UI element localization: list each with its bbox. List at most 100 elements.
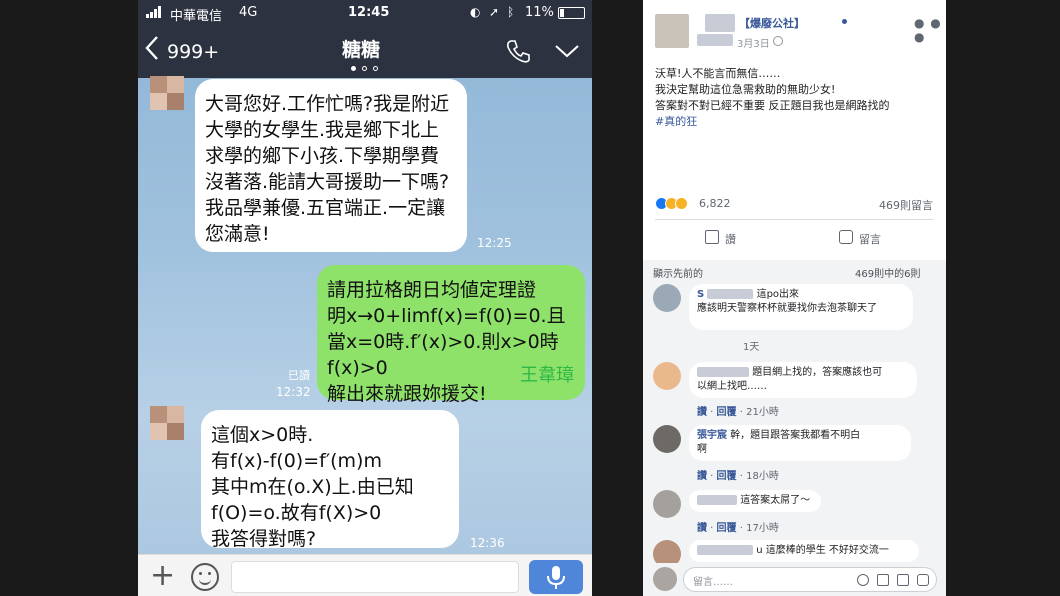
user-avatar — [653, 567, 677, 591]
contact-avatar[interactable] — [150, 76, 184, 110]
gif-icon[interactable] — [897, 574, 909, 586]
comment-placeholder: 留言…… — [693, 577, 733, 588]
comment-bubble: S 這po出來 應該明天警察杯杯就要找你去泡茶聊天了 — [689, 284, 913, 330]
comment-like-link[interactable]: 讚 — [697, 471, 707, 482]
reaction-icons[interactable] — [655, 197, 855, 211]
page-indicator — [351, 66, 381, 72]
comment-bubble: 題目網上找的，答案應該也可 以網上找吧…… — [689, 362, 917, 398]
comment-time: 18小時 — [746, 471, 779, 482]
facebook-post: 【爆廢公社】 ● ● ● 3月3日 沃草!人不能言而無信…… 我決定幫助這位急需… — [643, 0, 946, 596]
active-dot — [842, 19, 847, 24]
bluetooth-icon: ᛒ — [507, 5, 515, 19]
blurred-name — [697, 367, 749, 377]
phone-call-icon[interactable] — [505, 38, 531, 64]
comment-time: 17小時 — [746, 523, 779, 534]
carrier-label: 中華電信 — [170, 9, 223, 24]
like-label: 讚 — [725, 233, 736, 246]
message-time: 12:32 — [276, 385, 311, 399]
unread-count[interactable]: 999+ — [167, 41, 219, 63]
comments-shown-count: 469則中的6則 — [855, 269, 921, 280]
comment-time: 21小時 — [746, 407, 779, 418]
network-label: 4G — [239, 5, 258, 20]
post-line: 答案對不對已經不重要 反正題目我也是網路找的 — [655, 99, 890, 112]
comment-bubble: 這答案太屌了～ — [689, 490, 821, 512]
battery-icon — [558, 7, 585, 19]
camera-icon[interactable] — [877, 574, 889, 586]
comment-reply-link[interactable]: 回覆 — [717, 407, 737, 418]
comment-composer: 留言…… — [643, 563, 946, 596]
message-input-bar: + — [138, 554, 592, 596]
blurred-name — [697, 495, 737, 505]
post-date[interactable]: 3月3日 — [737, 35, 770, 50]
message-bubble: 大哥您好.工作忙嗎?我是附近 大學的女學生.我是鄉下北上 求學的鄉下小孩.下學期… — [195, 79, 467, 252]
comment: 張宇宸 幹，題目跟答案我都看不明白 啊 讚 · 回覆 · 18小時 — [653, 425, 938, 483]
blurred-name — [697, 545, 753, 555]
message-time: 12:25 — [477, 236, 512, 250]
commenter-avatar[interactable] — [653, 362, 681, 390]
privacy-icon — [773, 36, 783, 46]
blurred-author — [697, 34, 733, 46]
divider — [655, 219, 934, 220]
wow-reaction-icon — [675, 197, 688, 210]
message-time: 12:36 — [470, 536, 505, 550]
commenter-avatar[interactable] — [653, 490, 681, 518]
emoji-icon[interactable] — [191, 563, 219, 591]
hashtag-link[interactable]: #真的狂 — [655, 114, 890, 130]
commenter-name[interactable]: S — [697, 289, 704, 300]
comment-count[interactable]: 469則留言 — [879, 197, 933, 213]
blurred-name — [707, 289, 754, 299]
message-bubble: 這個x>0時. 有f(x)-f(0)=f′(m)m 其中m在(o.X)上.由已知… — [201, 410, 459, 550]
comment-actions: 讚 · 回覆 · 18小時 — [697, 471, 779, 482]
commenter-avatar[interactable] — [653, 284, 681, 312]
post-line: 沃草!人不能言而無信…… — [655, 67, 781, 80]
location-icon: ➚ — [489, 5, 500, 19]
status-bar: 中華電信 4G 12:45 ◐ ➚ ᛒ 11% — [138, 0, 592, 26]
comment-like-link[interactable]: 讚 — [697, 407, 707, 418]
sticker-icon[interactable] — [917, 574, 929, 586]
contact-avatar[interactable] — [150, 406, 184, 440]
comment-label: 留言 — [859, 233, 881, 246]
comment-text: u 這麼棒的學生 不好好交流一 — [756, 545, 889, 556]
page-name[interactable]: 【爆廢公社】 — [739, 15, 805, 31]
comment-actions: 讚 · 回覆 · 17小時 — [697, 523, 779, 534]
plus-icon[interactable]: + — [150, 559, 175, 593]
thumbs-up-icon — [705, 230, 719, 244]
commenter-avatar[interactable] — [653, 425, 681, 453]
comment: 這答案太屌了～ 讚 · 回覆 · 17小時 — [653, 490, 938, 535]
battery-percent: 11% — [525, 5, 554, 20]
reaction-count[interactable]: 6,822 — [699, 197, 731, 210]
comment-icon — [839, 230, 853, 244]
comment: S 這po出來 應該明天警察杯杯就要找你去泡茶聊天了 1天 — [653, 284, 938, 353]
contact-name: 糖糖 — [342, 39, 381, 61]
chat-header: 999+ 糖糖 — [138, 26, 592, 78]
signal-icon — [146, 6, 164, 18]
post-body: 沃草!人不能言而無信…… 我決定幫助這位急需救助的無助少女! 答案對不對已經不重… — [655, 66, 890, 130]
more-options-icon[interactable]: ● ● ● — [914, 16, 946, 44]
comment-bubble: u 這麼棒的學生 不好好交流一 — [689, 540, 919, 562]
emoji-icon[interactable] — [857, 574, 869, 586]
comment-bubble: 張宇宸 幹，題目跟答案我都看不明白 啊 — [689, 425, 911, 461]
comment-like-link[interactable]: 讚 — [697, 523, 707, 534]
comment: 題目網上找的，答案應該也可 以網上找吧…… 讚 · 回覆 · 21小時 — [653, 362, 938, 420]
view-previous-comments[interactable]: 顯示先前的 — [653, 265, 703, 280]
blurred-name — [705, 14, 735, 32]
post-line: 我決定幫助這位急需救助的無助少女! — [655, 83, 836, 96]
comment-actions: 讚 · 回覆 · 21小時 — [697, 407, 779, 418]
message-input[interactable] — [231, 561, 519, 593]
microphone-button[interactable] — [529, 560, 583, 594]
comment-time: 1天 — [743, 342, 760, 353]
comment: u 這麼棒的學生 不好好交流一 — [653, 540, 938, 568]
comment-text: 這答案太屌了～ — [740, 495, 811, 506]
comment-reply-link[interactable]: 回覆 — [717, 471, 737, 482]
chat-screenshot: 中華電信 4G 12:45 ◐ ➚ ᛒ 11% 999+ 糖糖 大哥您好.工作忙… — [138, 0, 592, 596]
comment-reply-link[interactable]: 回覆 — [717, 523, 737, 534]
sender-signature: 王韋璋 — [520, 365, 574, 386]
chevron-down-icon[interactable] — [553, 42, 581, 60]
clock: 12:45 — [348, 5, 390, 20]
page-avatar[interactable] — [655, 14, 689, 48]
back-chevron-icon[interactable] — [144, 34, 164, 66]
read-label: 已讀 — [288, 369, 310, 382]
lock-rotation-icon: ◐ — [470, 5, 481, 19]
commenter-name[interactable]: 張宇宸 — [697, 430, 727, 441]
read-receipt: 已讀 12:32 — [276, 369, 311, 399]
